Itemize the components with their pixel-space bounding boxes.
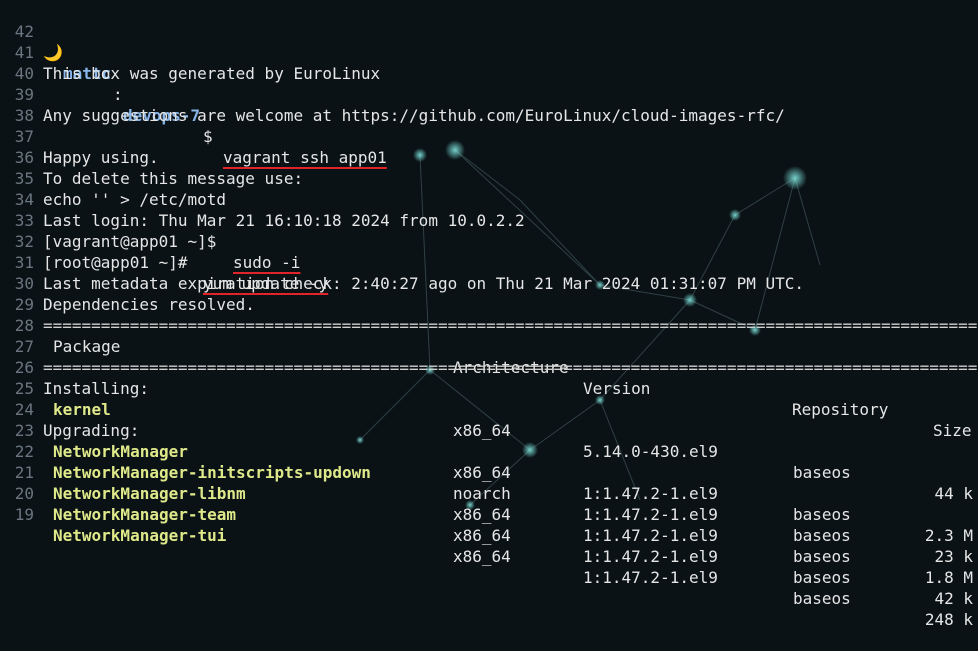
terminal-line: 26 Installing: — [0, 336, 978, 398]
table-row: 20 NetworkManager-team x86_64 1:1.47.2-1… — [0, 462, 978, 608]
package-arch: x86_64 — [453, 547, 511, 566]
terminal-line: 38 — [0, 84, 978, 125]
terminal-line: 32 [root@app01 ~]# yum update -y — [0, 210, 978, 293]
package-repo: baseos — [793, 526, 851, 545]
package-version: 1:1.47.2-1.el9 — [583, 568, 718, 587]
package-repo: baseos — [793, 589, 851, 608]
terminal-line: 24 Upgrading: — [0, 378, 978, 440]
terminal-line: 27 =====================================… — [0, 315, 978, 377]
table-row: 23 NetworkManager x86_64 1:1.47.2-1.el9 … — [0, 399, 978, 545]
package-size: 1.8 M — [924, 568, 973, 587]
terminal-line: 39 Any suggestions are welcome at https:… — [0, 63, 978, 125]
package-name: NetworkManager-team — [53, 505, 237, 524]
terminal-line: 31 Last metadata expiration check: 2:40:… — [0, 231, 978, 293]
package-size: 2.3 M — [924, 526, 973, 545]
package-size: 42 k — [934, 589, 973, 608]
package-name: NetworkManager-tui — [53, 526, 227, 545]
terminal-window[interactable]: 42 🌙 mattc : devops-7 $ vagrant ssh app0… — [0, 0, 978, 629]
package-arch: x86_64 — [453, 526, 511, 545]
package-arch: x86_64 — [453, 505, 511, 524]
terminal-line: 42 🌙 mattc : devops-7 $ vagrant ssh app0… — [0, 0, 978, 167]
line-number: 19 — [14, 505, 34, 524]
table-row: 19 NetworkManager-tui x86_64 1:1.47.2-1.… — [0, 483, 978, 629]
package-repo: baseos — [793, 505, 851, 524]
terminal-line: 36 To delete this message use: — [0, 126, 978, 188]
package-version: 1:1.47.2-1.el9 — [583, 526, 718, 545]
terminal-line: 35 echo '' > /etc/motd — [0, 147, 978, 209]
terminal-line: 29 =====================================… — [0, 273, 978, 335]
package-version: 1:1.47.2-1.el9 — [583, 547, 718, 566]
table-header: 28 Package Architecture Version Reposito… — [0, 294, 978, 440]
package-repo: baseos — [793, 568, 851, 587]
package-version: 1:1.47.2-1.el9 — [583, 505, 718, 524]
package-size: 23 k — [934, 547, 973, 566]
terminal-line: 30 Dependencies resolved. — [0, 252, 978, 314]
package-size: 248 k — [924, 610, 973, 629]
terminal-line: 34 Last login: Thu Mar 21 16:10:18 2024 … — [0, 168, 978, 230]
terminal-line: 33 [vagrant@app01 ~]$ sudo -i — [0, 189, 978, 272]
table-row: 21 NetworkManager-libnm x86_64 1:1.47.2-… — [0, 441, 978, 587]
terminal-line: 40 — [0, 42, 978, 83]
table-row: 25 kernel x86_64 5.14.0-430.el9 baseos 4… — [0, 357, 978, 503]
table-row: 22 NetworkManager-initscripts-updown noa… — [0, 420, 978, 566]
terminal-line: 37 Happy using. — [0, 105, 978, 167]
terminal-line: 41 This box was generated by EuroLinux — [0, 21, 978, 83]
package-repo: baseos — [793, 547, 851, 566]
